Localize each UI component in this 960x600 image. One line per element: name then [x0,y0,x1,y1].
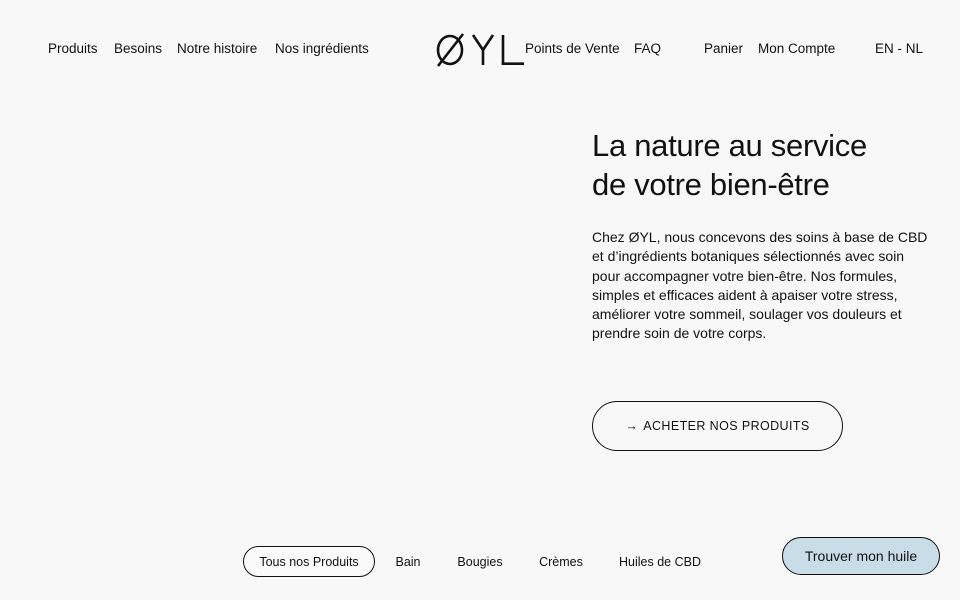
arrow-right-icon: → [625,419,639,433]
tab-cremes[interactable]: Crèmes [533,546,589,577]
tab-huiles-de-cbd[interactable]: Huiles de CBD [612,546,708,577]
nav-link-nos-ingredients[interactable]: Nos ingrédients [275,40,369,58]
tab-tous-nos-produits[interactable]: Tous nos Produits [243,546,375,577]
tab-bain[interactable]: Bain [387,546,429,577]
account-link[interactable]: Mon Compte [758,40,835,58]
nav-link-points-de-vente[interactable]: Points de Vente [525,40,620,58]
shop-products-button-label: ACHETER NOS PRODUITS [643,419,810,433]
nav-link-produits[interactable]: Produits [48,40,98,58]
hero-description: Chez ØYL, nous concevons des soins à bas… [592,229,928,342]
hero-title-line-2: de votre bien-être [592,167,830,202]
tab-bougies[interactable]: Bougies [450,546,510,577]
site-header: Produits Besoins Notre histoire Nos ingr… [0,0,960,100]
nav-link-besoins[interactable]: Besoins [114,40,162,58]
language-switcher[interactable]: EN - NL [875,40,923,58]
hero-title-line-1: La nature au service [592,128,867,163]
hero-title: La nature au service de votre bien-être [592,126,932,204]
nav-link-notre-histoire[interactable]: Notre histoire [177,40,257,58]
find-my-oil-button[interactable]: Trouver mon huile [782,537,940,575]
nav-link-faq[interactable]: FAQ [634,40,661,58]
page: Produits Besoins Notre histoire Nos ingr… [0,0,960,600]
brand-logo[interactable] [436,33,526,72]
shop-products-button[interactable]: → ACHETER NOS PRODUITS [592,401,843,451]
logo-mark-icon [436,33,524,67]
cart-link[interactable]: Panier [704,40,743,58]
